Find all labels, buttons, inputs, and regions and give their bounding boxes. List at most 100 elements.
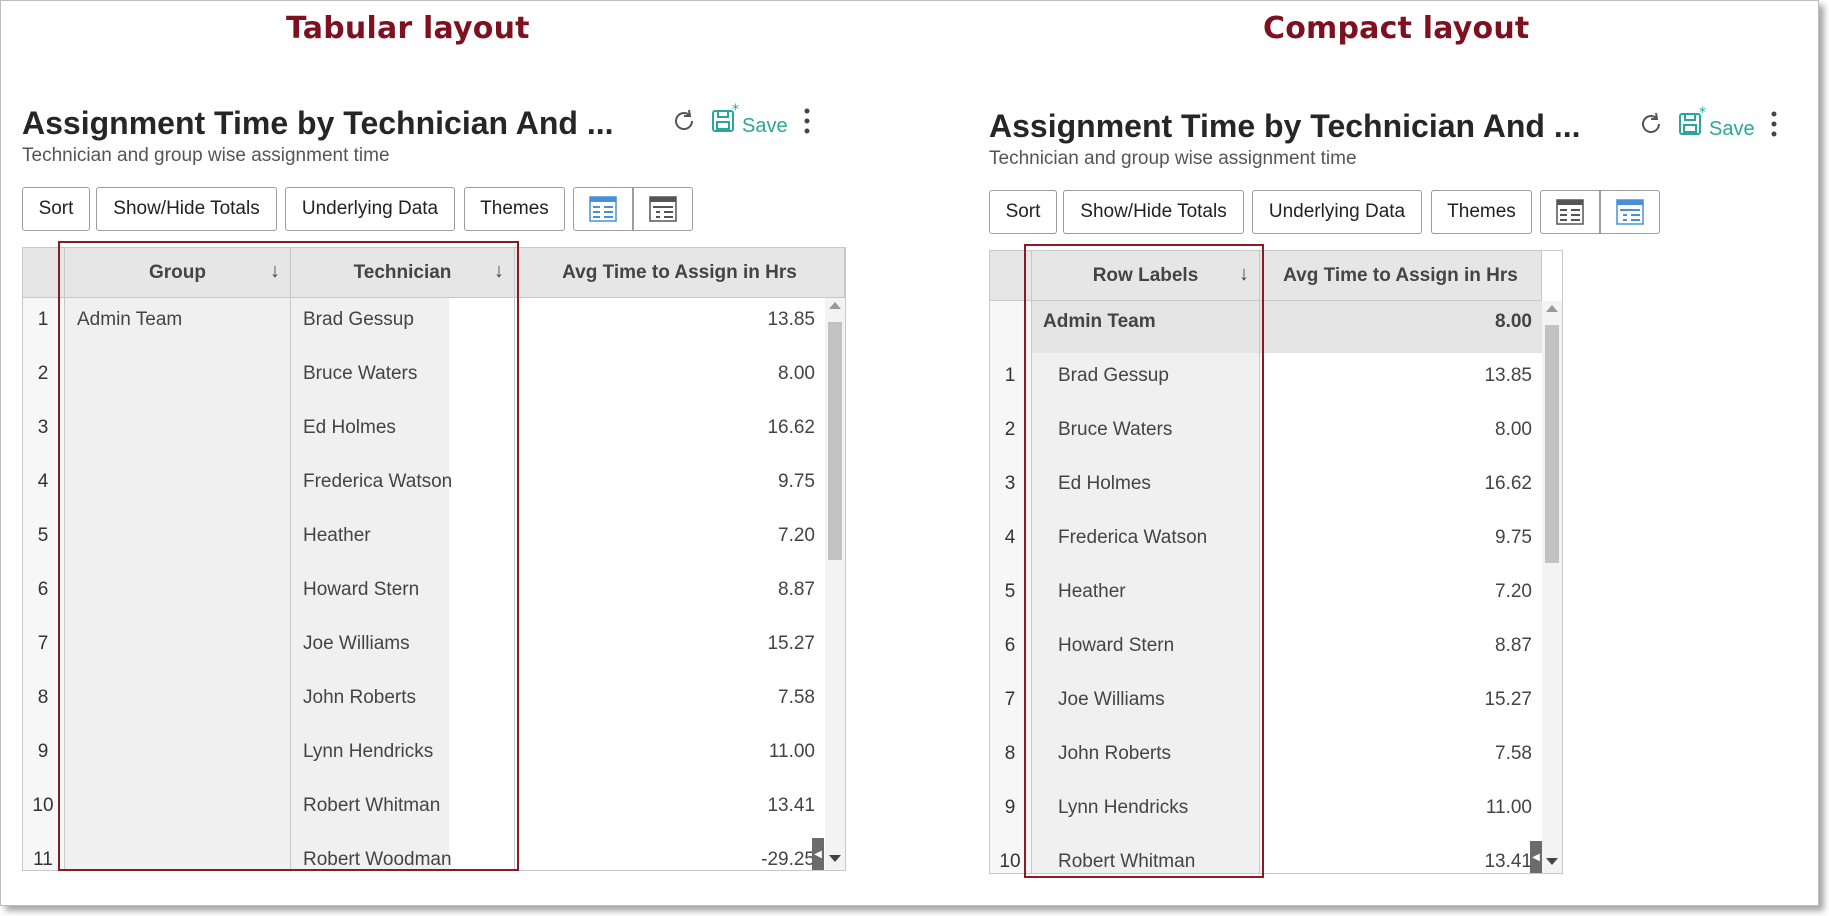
more-vertical-icon[interactable]: [802, 107, 812, 135]
report-subtitle: Technician and group wise assignment tim…: [989, 148, 1357, 169]
scroll-up-icon[interactable]: [1546, 305, 1558, 312]
underlying-data-button[interactable]: Underlying Data: [285, 187, 455, 231]
show-hide-totals-button[interactable]: Show/Hide Totals: [96, 187, 277, 231]
column-header-label: Avg Time to Assign in Hrs: [562, 261, 797, 283]
save-button[interactable]: Save: [1709, 118, 1755, 141]
save-icon[interactable]: *: [1677, 106, 1709, 138]
row-number: 4: [37, 471, 49, 492]
scroll-up-icon[interactable]: [829, 302, 841, 309]
report-title: Assignment Time by Technician And ...: [22, 105, 614, 141]
scrollbar-thumb[interactable]: [1545, 325, 1559, 563]
value-cell: 16.62: [1484, 473, 1532, 494]
technician-cell: Robert Whitman: [303, 795, 441, 816]
value-cell: 8.00: [778, 363, 815, 384]
resize-handle-icon[interactable]: ◀: [812, 838, 824, 870]
tabular-view-button[interactable]: [573, 187, 633, 231]
scrollbar-thumb[interactable]: [828, 322, 842, 560]
technician-cell: Brad Gessup: [1058, 365, 1169, 386]
compact-pivot-table: Row Labels ↓ Avg Time to Assign in Hrs A…: [989, 250, 1563, 874]
column-header-value[interactable]: Avg Time to Assign in Hrs: [515, 248, 845, 298]
technician-cell: Bruce Waters: [303, 363, 418, 384]
report-title: Assignment Time by Technician And ...: [989, 108, 1581, 144]
row-number: 1: [37, 309, 49, 330]
row-number: 5: [1004, 581, 1016, 602]
row-number: 3: [1004, 473, 1016, 494]
sort-arrow-icon[interactable]: ↓: [1239, 263, 1249, 286]
sort-button[interactable]: Sort: [989, 190, 1057, 234]
column-header-value[interactable]: Avg Time to Assign in Hrs: [1260, 251, 1542, 301]
vertical-scrollbar[interactable]: [825, 298, 845, 870]
technician-cell: Ed Holmes: [1058, 473, 1151, 494]
column-header-group[interactable]: Group ↓: [65, 248, 291, 298]
tabular-view-icon: [1556, 199, 1584, 225]
value-cell: 11.00: [768, 741, 815, 762]
sort-button[interactable]: Sort: [22, 187, 90, 231]
value-cell: 8.00: [1495, 419, 1532, 440]
column-header-label: Group: [149, 261, 206, 283]
technician-cell: Frederica Watson: [303, 471, 453, 492]
technician-cell: Brad Gessup: [303, 309, 414, 330]
themes-button[interactable]: Themes: [464, 187, 565, 231]
column-header-label: Avg Time to Assign in Hrs: [1283, 264, 1518, 286]
value-cell: 13.85: [767, 309, 815, 330]
scroll-down-icon[interactable]: [1546, 858, 1558, 865]
column-divider: [1259, 251, 1260, 873]
compact-view-button[interactable]: [1600, 190, 1660, 234]
refresh-icon[interactable]: [1637, 110, 1665, 138]
column-header-technician[interactable]: Technician ↓: [291, 248, 515, 298]
value-cell: 8.87: [1495, 635, 1532, 656]
column-header-blank: [990, 251, 1032, 301]
value-cell: 16.62: [767, 417, 815, 438]
tabular-view-button[interactable]: [1540, 190, 1600, 234]
rownum-column: [23, 248, 64, 870]
compact-view-button[interactable]: [633, 187, 693, 231]
row-number: 4: [1004, 527, 1016, 548]
row-number: 9: [1004, 797, 1016, 818]
technician-cell: Heather: [303, 525, 371, 546]
technician-cell: John Roberts: [303, 687, 417, 708]
caption-tabular: Tabular layout: [286, 11, 530, 46]
refresh-icon[interactable]: [670, 107, 698, 135]
value-cell: 9.75: [778, 471, 815, 492]
technician-cell: John Roberts: [1058, 743, 1172, 764]
value-cell: 7.20: [778, 525, 815, 546]
tabular-pivot-table: Group ↓ Technician ↓ Avg Time to Assign …: [22, 247, 846, 871]
value-cell: 7.58: [1495, 743, 1532, 764]
technician-cell: Lynn Hendricks: [303, 741, 434, 762]
value-cell: 13.85: [1484, 365, 1532, 386]
sort-arrow-icon[interactable]: ↓: [270, 260, 280, 283]
row-number: 1: [1004, 365, 1016, 386]
themes-button[interactable]: Themes: [1431, 190, 1532, 234]
value-cell: 8.87: [778, 579, 815, 600]
show-hide-totals-button[interactable]: Show/Hide Totals: [1063, 190, 1244, 234]
sort-arrow-icon[interactable]: ↓: [494, 260, 504, 283]
technician-cell: Bruce Waters: [1058, 419, 1173, 440]
scroll-down-icon[interactable]: [829, 855, 841, 862]
value-cell: 13.41: [767, 795, 815, 816]
tabular-view-icon: [589, 196, 617, 222]
underlying-data-button[interactable]: Underlying Data: [1252, 190, 1422, 234]
row-number: 7: [1004, 689, 1016, 710]
row-number: 6: [1004, 635, 1016, 656]
column-header-row-labels[interactable]: Row Labels ↓: [1032, 251, 1260, 301]
value-cell: 11.00: [1485, 797, 1532, 818]
value-cell: 9.75: [1495, 527, 1532, 548]
column-divider: [514, 248, 515, 870]
row-number: 10: [32, 795, 54, 816]
value-cell: 13.41: [1484, 851, 1532, 872]
svg-text:*: *: [1699, 106, 1706, 121]
resize-handle-icon[interactable]: ◀: [1530, 841, 1542, 873]
value-cell: 15.27: [1484, 689, 1532, 710]
value-cell: 7.20: [1495, 581, 1532, 602]
row-number: 10: [999, 851, 1021, 872]
vertical-scrollbar[interactable]: [1542, 301, 1562, 873]
group-cell: Admin Team: [77, 309, 183, 330]
value-cell: 7.58: [778, 687, 815, 708]
row-number: 9: [37, 741, 49, 762]
column-header-label: Technician: [353, 261, 452, 283]
save-icon[interactable]: *: [710, 103, 742, 135]
more-vertical-icon[interactable]: [1769, 110, 1779, 138]
report-subtitle: Technician and group wise assignment tim…: [22, 145, 390, 166]
save-button[interactable]: Save: [742, 115, 788, 138]
column-divider: [1031, 251, 1032, 873]
